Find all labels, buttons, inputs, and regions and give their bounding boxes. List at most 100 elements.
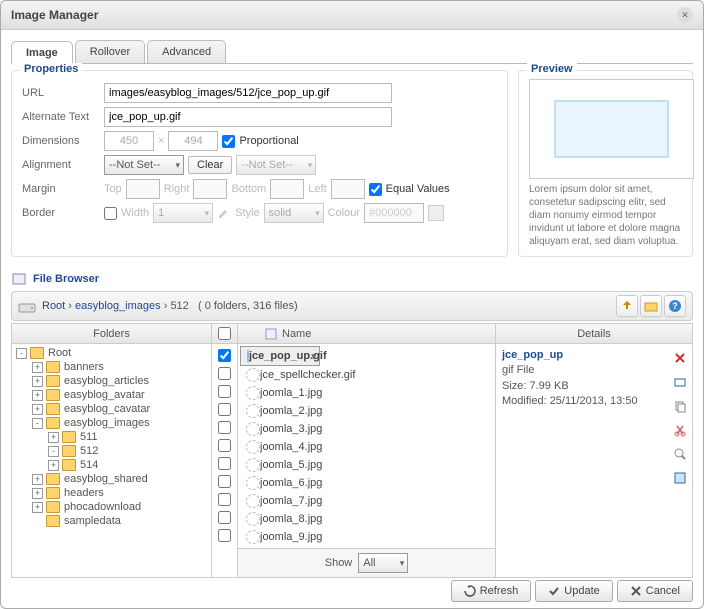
upload-button[interactable] [616,295,638,317]
file-checkbox[interactable] [218,367,231,380]
file-name: joomla_2.jpg [260,405,322,417]
expander-icon[interactable]: + [32,488,43,499]
file-checkbox[interactable] [218,385,231,398]
folder-icon [46,403,60,415]
file-row[interactable]: joomla_2.jpg [240,402,493,420]
file-checkbox[interactable] [218,457,231,470]
file-icon [246,476,260,490]
tree-node[interactable]: +easyblog_cavatar [14,402,209,416]
tree-node[interactable]: +easyblog_shared [14,472,209,486]
new-folder-button[interactable] [640,295,662,317]
alt-input[interactable] [104,107,392,127]
crumb-1[interactable]: easyblog_images [75,300,161,312]
refresh-button[interactable]: Refresh [451,580,532,602]
file-browser-icon [11,271,27,287]
file-row[interactable]: joomla_8.jpg [240,510,493,528]
tab-advanced[interactable]: Advanced [147,40,226,63]
select-all-checkbox[interactable] [218,327,231,340]
file-row[interactable]: joomla_4.jpg [240,438,493,456]
width-input[interactable] [104,131,154,151]
tree-label: headers [64,487,104,499]
url-label: URL [22,87,100,99]
file-checkbox[interactable] [218,439,231,452]
border-style-label: Style [235,207,259,219]
file-checkbox[interactable] [218,349,231,362]
folder-icon [46,389,60,401]
rename-button[interactable] [670,372,690,392]
expander-icon[interactable]: + [48,460,59,471]
clear-button[interactable]: Clear [188,156,232,174]
tree-node[interactable]: sampledata [14,514,209,528]
file-checkbox[interactable] [218,421,231,434]
file-row[interactable]: joomla_6.jpg [240,474,493,492]
border-colour-label: Colour [328,207,360,219]
expander-icon[interactable]: + [32,474,43,485]
file-row[interactable]: joomla_7.jpg [240,492,493,510]
insert-button[interactable] [670,468,690,488]
file-checkbox[interactable] [218,511,231,524]
preview-thumbnail [529,79,694,179]
tree-node[interactable]: +easyblog_articles [14,374,209,388]
view-button[interactable] [670,444,690,464]
expander-icon[interactable]: - [16,348,27,359]
tree-node[interactable]: - 512 [14,444,209,458]
tree-node[interactable]: +easyblog_avatar [14,388,209,402]
crumb-root[interactable]: Root [42,300,65,312]
file-row[interactable]: jce_spellchecker.gif [240,366,493,384]
copy-button[interactable] [670,396,690,416]
expander-icon[interactable]: + [32,404,43,415]
tree-node[interactable]: - easyblog_images [14,416,209,430]
expander-icon[interactable]: - [32,418,43,429]
tree-node[interactable]: +511 [14,430,209,444]
cancel-button[interactable]: Cancel [617,580,693,602]
expander-icon[interactable]: + [32,390,43,401]
file-row[interactable]: joomla_5.jpg [240,456,493,474]
tree-node[interactable]: -Root [14,346,209,360]
file-checkbox[interactable] [218,403,231,416]
svg-text:?: ? [672,301,678,311]
tab-image[interactable]: Image [11,41,73,64]
delete-button[interactable] [670,348,690,368]
tree-node[interactable]: +phocadownload [14,500,209,514]
file-checkbox[interactable] [218,475,231,488]
tree-node[interactable]: +banners [14,360,209,374]
help-button[interactable]: ? [664,295,686,317]
margin-label: Margin [22,183,100,195]
tab-bar: ImageRolloverAdvanced [11,40,693,64]
file-row[interactable]: joomla_1.jpg [240,384,493,402]
file-row[interactable]: joomla_9.jpg [240,528,493,546]
height-input[interactable] [168,131,218,151]
url-input[interactable] [104,83,392,103]
update-button[interactable]: Update [535,580,612,602]
close-icon[interactable]: ✕ [677,7,693,23]
tab-rollover[interactable]: Rollover [75,40,145,63]
margin-left-input [331,179,365,199]
tree-label: 511 [80,431,98,443]
file-row[interactable]: joomla_3.jpg [240,420,493,438]
tree-label: easyblog_images [64,417,150,429]
border-enable-checkbox[interactable] [104,207,117,220]
file-checkbox[interactable] [218,529,231,542]
file-name: joomla_3.jpg [260,423,322,435]
alignment-select[interactable]: --Not Set-- [104,155,184,175]
tree-label: 512 [80,445,98,457]
equal-values-checkbox[interactable] [369,183,382,196]
file-icon [246,404,260,418]
expander-icon[interactable]: + [32,362,43,373]
proportional-checkbox[interactable] [222,135,235,148]
expander-icon[interactable]: + [48,432,59,443]
file-checkbox[interactable] [218,493,231,506]
expander-icon[interactable]: + [32,376,43,387]
file-row[interactable]: jce_pop_up.gif [240,346,320,366]
show-select[interactable]: All [358,553,408,573]
expander-icon[interactable]: - [48,446,59,457]
equal-values-label: Equal Values [386,183,450,195]
file-icon [246,530,260,544]
tree-node[interactable]: +514 [14,458,209,472]
folder-icon [46,515,60,527]
expander-icon[interactable]: + [32,502,43,513]
tree-node[interactable]: + headers [14,486,209,500]
cut-button[interactable] [670,420,690,440]
check-icon [548,585,560,597]
file-icon [246,368,260,382]
